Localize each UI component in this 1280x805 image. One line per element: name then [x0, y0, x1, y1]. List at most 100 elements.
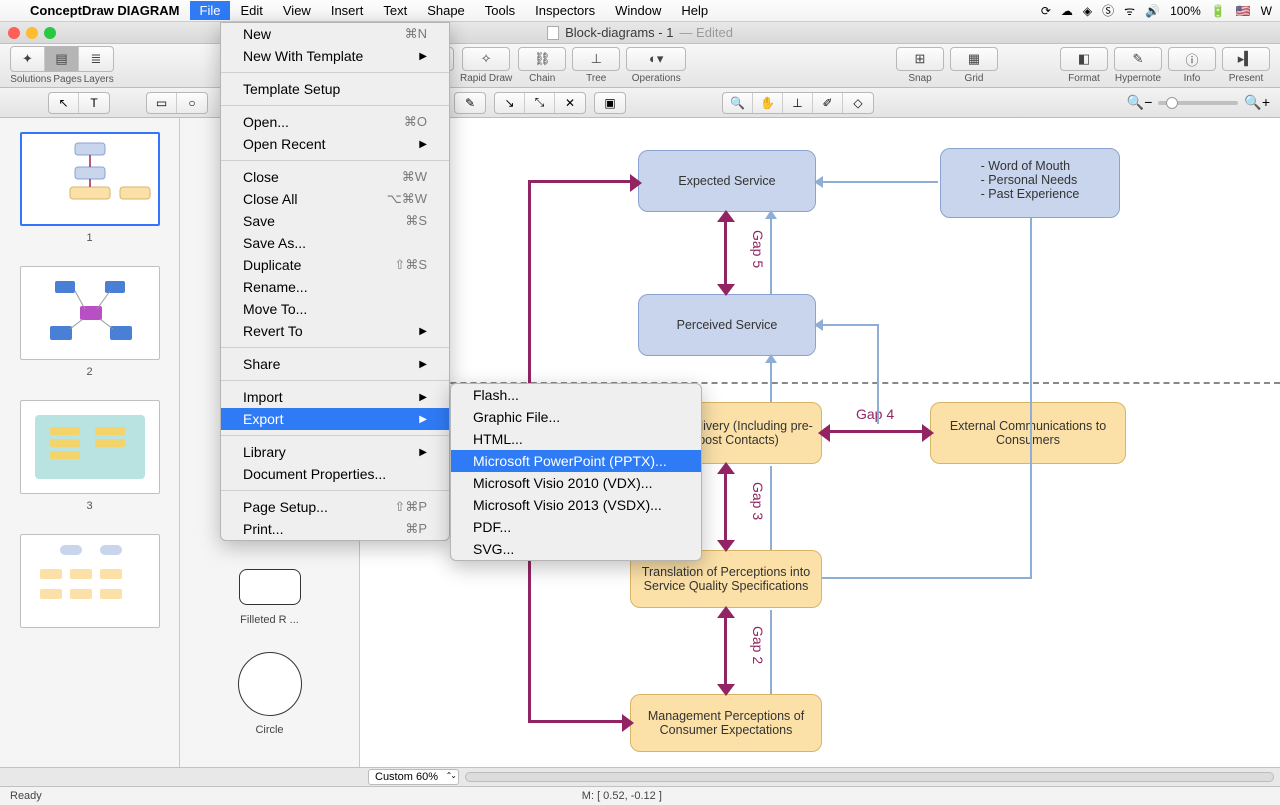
hypernote-button[interactable]: ✎ — [1114, 47, 1162, 71]
layers-button[interactable]: ≣ — [79, 47, 113, 71]
snap-button[interactable]: ⊞ — [896, 47, 944, 71]
battery-icon[interactable]: 🔋 — [1211, 4, 1226, 18]
secondary-toolbar: ↖T ▭○ ✎ ↘⤡✕ ▣ 🔍✋⊥✐◇ 🔍− 🔍+ — [0, 88, 1280, 118]
rect-shape-tool[interactable]: ▭ — [147, 93, 177, 113]
solutions-button[interactable]: ✦ — [11, 47, 45, 71]
horizontal-scrollbar[interactable] — [465, 772, 1274, 782]
page-thumbnail-4[interactable] — [20, 534, 160, 628]
pages-button[interactable]: ▤ — [45, 47, 79, 71]
menu-help[interactable]: Help — [671, 1, 718, 20]
node-external-comms[interactable]: External Communications to Consumers — [930, 402, 1126, 464]
page-thumbnail-2[interactable] — [20, 266, 160, 360]
file-menu-item[interactable]: Template Setup — [221, 78, 449, 100]
zoom-select[interactable]: Custom 60% — [368, 769, 459, 785]
file-menu-item[interactable]: Close All⌥⌘W — [221, 188, 449, 210]
file-menu-item[interactable]: Print...⌘P — [221, 518, 449, 540]
node-perceived-service[interactable]: Perceived Service — [638, 294, 816, 356]
zoom-tool[interactable]: 🔍 — [723, 93, 753, 113]
file-menu-item[interactable]: New With Template▶ — [221, 45, 449, 67]
menu-edit[interactable]: Edit — [230, 1, 272, 20]
file-menu-item[interactable]: New⌘N — [221, 23, 449, 45]
menu-text[interactable]: Text — [373, 1, 417, 20]
input-lang[interactable]: W — [1261, 4, 1272, 18]
tree-button[interactable]: ⊥ — [572, 47, 620, 71]
text-tool[interactable]: T — [79, 93, 109, 113]
page-thumbnail-3[interactable] — [20, 400, 160, 494]
file-menu-item[interactable]: Close⌘W — [221, 166, 449, 188]
menu-file[interactable]: File — [190, 1, 231, 20]
sync-icon[interactable]: ⟳ — [1041, 4, 1051, 18]
menu-insert[interactable]: Insert — [321, 1, 374, 20]
hand-tool[interactable]: ✋ — [753, 93, 783, 113]
ellipse-shape-tool[interactable]: ○ — [177, 93, 207, 113]
file-menu-item[interactable]: Rename... — [221, 276, 449, 298]
volume-icon[interactable]: 🔊 — [1145, 4, 1160, 18]
file-menu-item[interactable]: Export▶ — [221, 408, 449, 430]
zoom-out-icon[interactable]: 🔍− — [1127, 94, 1153, 111]
file-menu-item[interactable]: Share▶ — [221, 353, 449, 375]
menu-shape[interactable]: Shape — [417, 1, 475, 20]
operations-button[interactable]: ◐▾ — [626, 47, 686, 71]
export-menu-item[interactable]: HTML... — [451, 428, 701, 450]
menu-window[interactable]: Window — [605, 1, 671, 20]
pencil-tool[interactable]: ✎ — [455, 93, 485, 113]
rapid-draw-button[interactable]: ✧ — [462, 47, 510, 71]
skype-icon[interactable]: Ⓢ — [1102, 2, 1114, 19]
menu-view[interactable]: View — [273, 1, 321, 20]
export-menu-item[interactable]: Flash... — [451, 384, 701, 406]
export-submenu: Flash...Graphic File...HTML...Microsoft … — [450, 383, 702, 561]
document-title[interactable]: Block-diagrams - 1 — [565, 25, 673, 40]
export-menu-item[interactable]: PDF... — [451, 516, 701, 538]
chain-button[interactable]: ⛓ — [518, 47, 566, 71]
shape-rounded-preview[interactable] — [235, 564, 305, 610]
connector-tool-2[interactable]: ⤡ — [525, 93, 555, 113]
grid-button[interactable]: ▦ — [950, 47, 998, 71]
file-menu-item[interactable]: Document Properties... — [221, 463, 449, 485]
export-menu-item[interactable]: Microsoft Visio 2010 (VDX)... — [451, 472, 701, 494]
node-management[interactable]: Management Perceptions of Consumer Expec… — [630, 694, 822, 752]
file-menu-item[interactable]: Duplicate⇧⌘S — [221, 254, 449, 276]
battery-percent[interactable]: 100% — [1170, 4, 1201, 18]
connector-tool-1[interactable]: ↘ — [495, 93, 525, 113]
page-num-1: 1 — [0, 232, 179, 244]
node-expected-service[interactable]: Expected Service — [638, 150, 816, 212]
app-name[interactable]: ConceptDraw DIAGRAM — [30, 3, 180, 18]
file-menu-item[interactable]: Open...⌘O — [221, 111, 449, 133]
shape-circle-preview[interactable] — [235, 648, 305, 720]
eyedropper-tool[interactable]: ✐ — [813, 93, 843, 113]
file-menu-item[interactable]: Move To... — [221, 298, 449, 320]
format-button[interactable]: ◧ — [1060, 47, 1108, 71]
file-menu-item[interactable]: Page Setup...⇧⌘P — [221, 496, 449, 518]
close-window-button[interactable] — [8, 27, 20, 39]
file-menu-item[interactable]: Revert To▶ — [221, 320, 449, 342]
select-tool[interactable]: ↖ — [49, 93, 79, 113]
export-menu-item[interactable]: SVG... — [451, 538, 701, 560]
zoom-in-icon[interactable]: 🔍+ — [1244, 94, 1270, 111]
cloud-icon[interactable]: ☁ — [1061, 4, 1073, 18]
crop-tool[interactable]: ▣ — [595, 93, 625, 113]
file-menu-item[interactable]: Save⌘S — [221, 210, 449, 232]
page-thumbnail-1[interactable] — [20, 132, 160, 226]
present-button[interactable]: ▸▍ — [1222, 47, 1270, 71]
minimize-window-button[interactable] — [26, 27, 38, 39]
file-menu-item[interactable]: Open Recent▶ — [221, 133, 449, 155]
wifi-icon[interactable]: ᯤ — [1124, 2, 1135, 19]
flag-icon[interactable]: 🇺🇸 — [1236, 4, 1251, 18]
menu-inspectors[interactable]: Inspectors — [525, 1, 605, 20]
zoom-slider[interactable] — [1158, 101, 1238, 105]
info-button[interactable]: ⓘ — [1168, 47, 1216, 71]
dropbox-icon[interactable]: ◈ — [1083, 4, 1092, 18]
zoom-window-button[interactable] — [44, 27, 56, 39]
node-word-of-mouth[interactable]: - Word of Mouth- Personal Needs- Past Ex… — [940, 148, 1120, 218]
export-menu-item[interactable]: Microsoft Visio 2013 (VSDX)... — [451, 494, 701, 516]
stamp-tool[interactable]: ⊥ — [783, 93, 813, 113]
menu-tools[interactable]: Tools — [475, 1, 525, 20]
connector-tool-3[interactable]: ✕ — [555, 93, 585, 113]
file-menu-item[interactable]: Save As... — [221, 232, 449, 254]
label-gap3: Gap 3 — [750, 482, 766, 520]
file-menu-item[interactable]: Library▶ — [221, 441, 449, 463]
export-menu-item[interactable]: Graphic File... — [451, 406, 701, 428]
eraser-tool[interactable]: ◇ — [843, 93, 873, 113]
export-menu-item[interactable]: Microsoft PowerPoint (PPTX)... — [451, 450, 701, 472]
file-menu-item[interactable]: Import▶ — [221, 386, 449, 408]
